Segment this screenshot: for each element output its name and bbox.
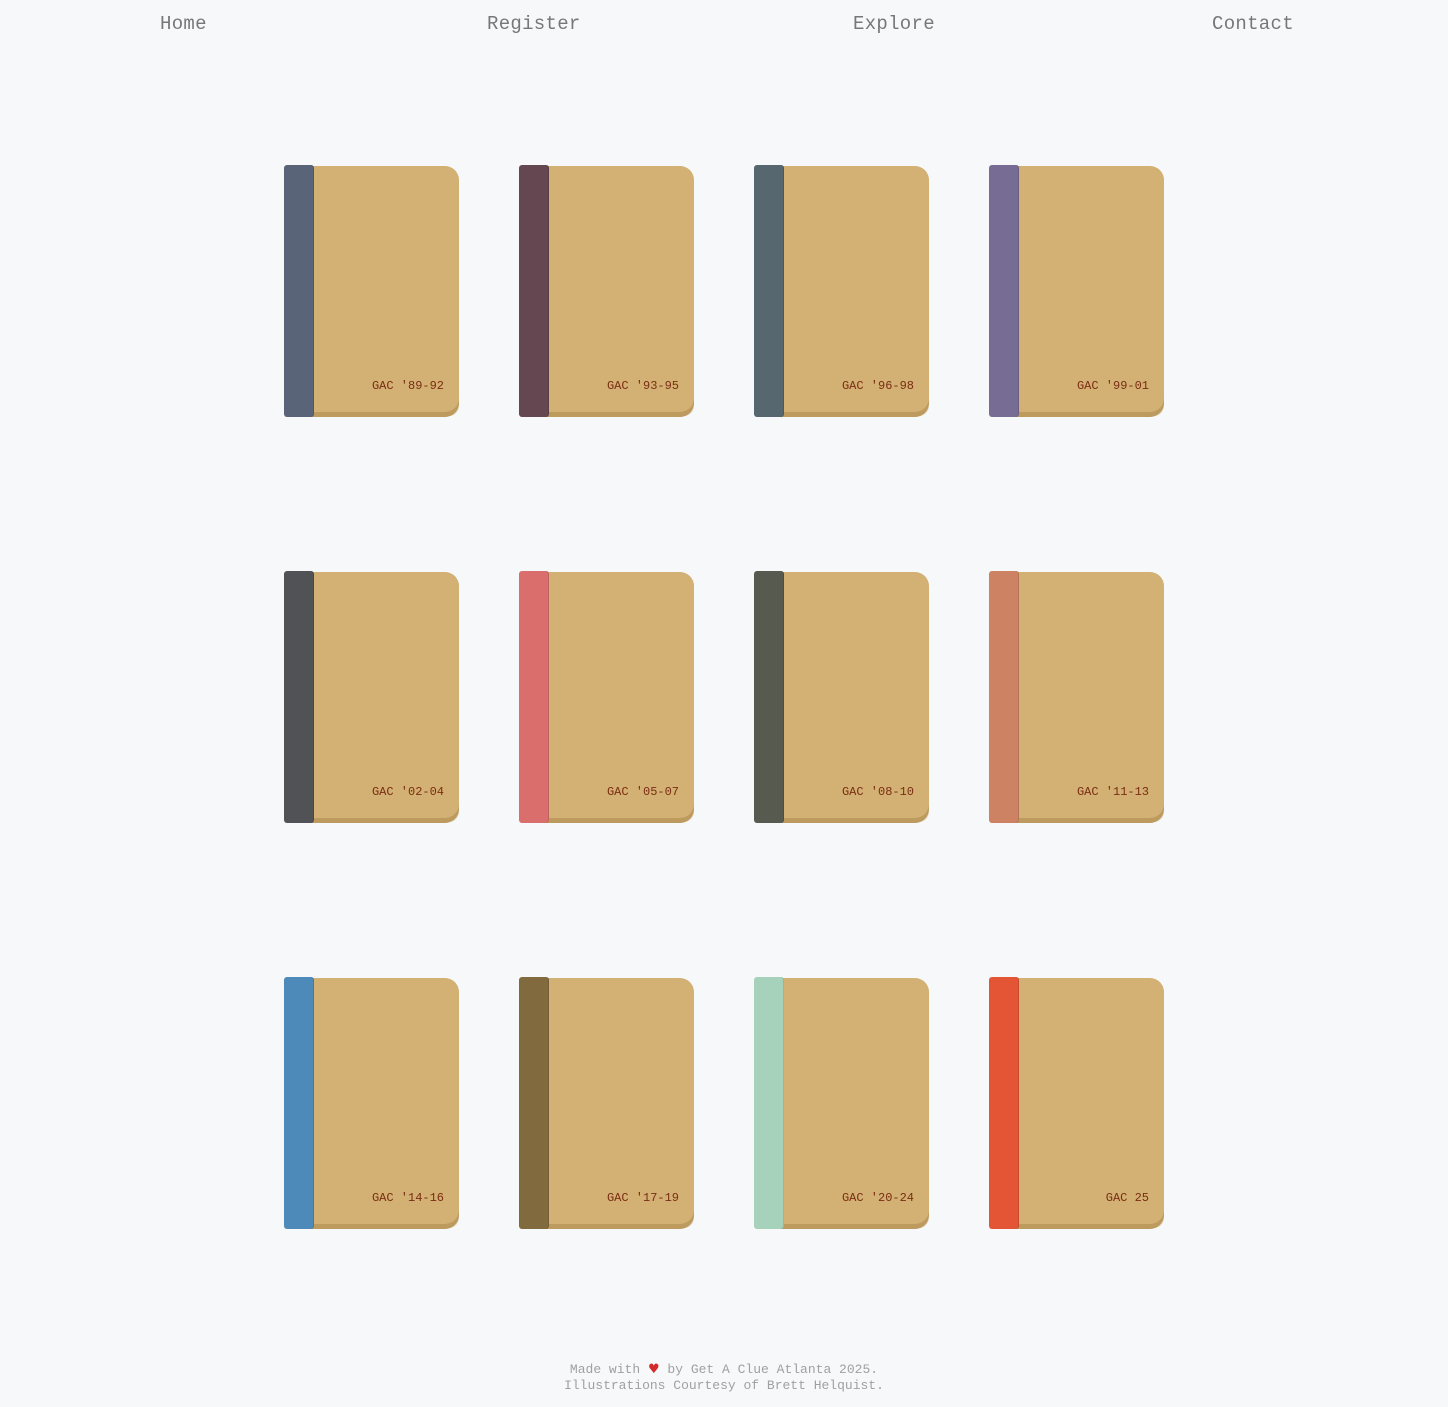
book-title: GAC '93-95	[606, 379, 679, 393]
footer-by-text: by Get A Clue Atlanta 2025.	[667, 1362, 879, 1377]
book-05-07[interactable]: GAC '05-07	[519, 571, 694, 823]
book-title: GAC 25	[1105, 1191, 1149, 1205]
book-spine	[989, 165, 1019, 417]
book-89-92[interactable]: GAC '89-92	[284, 165, 459, 417]
book-grid: GAC '89-92 GAC '93-95 GAC '96-98 GAC '99…	[284, 165, 1164, 1229]
nav-contact-link[interactable]: Contact	[1212, 12, 1294, 36]
book-02-04[interactable]: GAC '02-04	[284, 571, 459, 823]
book-spine	[284, 977, 314, 1229]
nav-explore-link[interactable]: Explore	[853, 12, 935, 36]
book-93-95[interactable]: GAC '93-95	[519, 165, 694, 417]
book-title: GAC '02-04	[371, 785, 444, 799]
footer-made-with-line: Made with ♥ by Get A Clue Atlanta 2025.	[0, 1362, 1448, 1378]
book-08-10[interactable]: GAC '08-10	[754, 571, 929, 823]
book-spine	[989, 571, 1019, 823]
book-96-98[interactable]: GAC '96-98	[754, 165, 929, 417]
book-14-16[interactable]: GAC '14-16	[284, 977, 459, 1229]
page: Home Register Explore Contact GAC '89-92…	[0, 0, 1448, 1407]
book-title: GAC '89-92	[371, 379, 444, 393]
nav-home-link[interactable]: Home	[160, 12, 207, 36]
book-20-24[interactable]: GAC '20-24	[754, 977, 929, 1229]
footer: Made with ♥ by Get A Clue Atlanta 2025. …	[0, 1362, 1448, 1394]
book-spine	[754, 977, 784, 1229]
book-title: GAC '96-98	[841, 379, 914, 393]
footer-credits: Illustrations Courtesy of Brett Helquist…	[564, 1378, 884, 1393]
top-nav: Home Register Explore Contact	[0, 0, 1448, 50]
nav-register-link[interactable]: Register	[487, 12, 581, 36]
book-title: GAC '14-16	[371, 1191, 444, 1205]
book-25[interactable]: GAC 25	[989, 977, 1164, 1229]
book-spine	[754, 571, 784, 823]
book-spine	[754, 165, 784, 417]
book-spine	[519, 165, 549, 417]
book-17-19[interactable]: GAC '17-19	[519, 977, 694, 1229]
book-title: GAC '08-10	[841, 785, 914, 799]
book-spine	[284, 165, 314, 417]
book-99-01[interactable]: GAC '99-01	[989, 165, 1164, 417]
footer-made-with-text: Made with	[569, 1362, 641, 1377]
book-title: GAC '99-01	[1076, 379, 1149, 393]
book-spine	[519, 977, 549, 1229]
book-title: GAC '11-13	[1076, 785, 1149, 799]
book-spine	[989, 977, 1019, 1229]
book-title: GAC '17-19	[606, 1191, 679, 1205]
heart-icon: ♥	[647, 1362, 660, 1377]
book-title: GAC '05-07	[606, 785, 679, 799]
book-spine	[284, 571, 314, 823]
book-title: GAC '20-24	[841, 1191, 914, 1205]
book-11-13[interactable]: GAC '11-13	[989, 571, 1164, 823]
book-spine	[519, 571, 549, 823]
